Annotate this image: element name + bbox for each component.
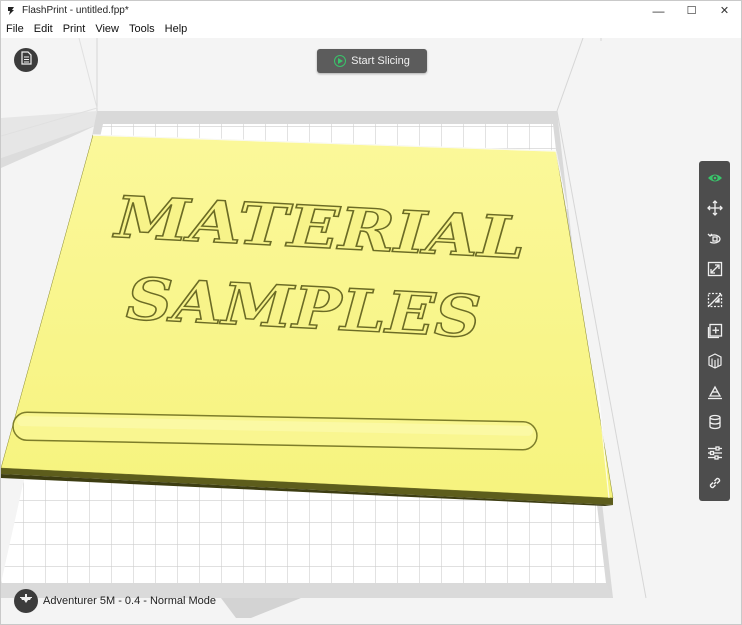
document-icon xyxy=(19,50,33,70)
printer-icon xyxy=(19,592,33,611)
app-logo-icon xyxy=(6,6,16,16)
menu-edit[interactable]: Edit xyxy=(29,20,58,38)
scale-icon xyxy=(707,261,723,282)
printer-status-text: Adventurer 5M - 0.4 - Normal Mode xyxy=(43,595,217,607)
menu-print[interactable]: Print xyxy=(58,20,91,38)
material-button[interactable] xyxy=(703,413,727,437)
play-icon xyxy=(334,55,347,67)
cut-button[interactable] xyxy=(703,291,727,315)
menu-help[interactable]: Help xyxy=(160,20,193,38)
connect-button[interactable] xyxy=(703,474,727,498)
eye-icon xyxy=(707,170,723,191)
menu-bar: File Edit Print View Tools Help xyxy=(1,20,741,39)
maximize-button[interactable]: ☐ xyxy=(675,1,708,20)
menu-file[interactable]: File xyxy=(1,20,29,38)
window-controls: — ☐ ✕ xyxy=(642,1,741,20)
close-button[interactable]: ✕ xyxy=(708,1,741,20)
model-list-button[interactable] xyxy=(14,48,38,72)
title-bar: FlashPrint - untitled.fpp* — ☐ ✕ xyxy=(1,1,741,20)
app-window: FlashPrint - untitled.fpp* — ☐ ✕ File Ed… xyxy=(0,0,742,625)
supports-button[interactable] xyxy=(703,352,727,376)
3d-viewport[interactable]: MATERIAL SAMPLES Start Slicing Adventure… xyxy=(1,38,741,624)
move-icon xyxy=(706,200,723,221)
build-scene[interactable]: MATERIAL SAMPLES xyxy=(1,38,741,624)
lay-flat-icon xyxy=(707,384,723,405)
menu-view[interactable]: View xyxy=(90,20,124,38)
minimize-button[interactable]: — xyxy=(642,1,675,20)
add-support-icon xyxy=(707,323,723,344)
view-button[interactable] xyxy=(703,169,727,193)
window-title: FlashPrint - untitled.fpp* xyxy=(22,5,129,16)
settings-button[interactable] xyxy=(703,443,727,467)
start-slicing-button[interactable]: Start Slicing xyxy=(317,49,427,73)
rotate-button[interactable] xyxy=(703,230,727,254)
move-button[interactable] xyxy=(703,199,727,223)
printer-select-button[interactable] xyxy=(14,589,38,613)
material-icon xyxy=(707,414,723,435)
start-slicing-label: Start Slicing xyxy=(351,55,410,67)
right-toolbar xyxy=(699,161,730,501)
sliders-icon xyxy=(707,445,723,466)
rotate-icon xyxy=(707,231,723,252)
supports-icon xyxy=(707,353,723,374)
add-part-button[interactable] xyxy=(703,321,727,345)
scale-button[interactable] xyxy=(703,260,727,284)
printer-status: Adventurer 5M - 0.4 - Normal Mode xyxy=(14,589,216,613)
lay-flat-button[interactable] xyxy=(703,382,727,406)
menu-tools[interactable]: Tools xyxy=(124,20,160,38)
cut-icon xyxy=(707,292,723,313)
model-plate[interactable]: MATERIAL SAMPLES xyxy=(1,134,614,506)
link-icon xyxy=(707,475,723,496)
